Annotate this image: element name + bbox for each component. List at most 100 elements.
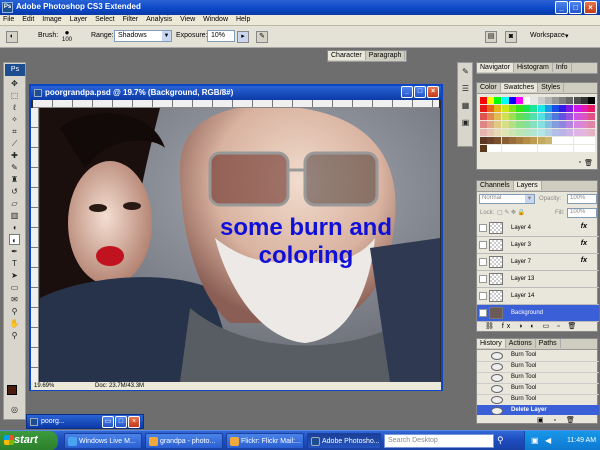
path-select-icon[interactable]: ➤ bbox=[9, 270, 20, 281]
lasso-tool-icon[interactable]: ℓ bbox=[9, 102, 20, 113]
visibility-eye-icon[interactable] bbox=[479, 241, 487, 249]
file-browser-icon[interactable]: ▤ bbox=[485, 31, 497, 43]
layer-row[interactable]: Layer 13 bbox=[477, 271, 599, 288]
swatch[interactable] bbox=[544, 113, 552, 120]
swatch[interactable] bbox=[588, 145, 595, 152]
swatch[interactable] bbox=[573, 129, 581, 136]
menu-analysis[interactable]: Analysis bbox=[143, 15, 175, 23]
swatch[interactable] bbox=[580, 129, 588, 136]
crop-tool-icon[interactable]: ⌗ bbox=[9, 126, 20, 137]
swatch[interactable] bbox=[566, 97, 574, 104]
document-window[interactable]: poorgrandpa.psd @ 19.7% (Background, RGB… bbox=[29, 84, 443, 391]
swatch[interactable] bbox=[494, 113, 502, 120]
swatch[interactable] bbox=[480, 105, 487, 112]
bridge-icon[interactable]: ◙ bbox=[505, 31, 517, 43]
swatch[interactable] bbox=[544, 121, 552, 128]
swatch[interactable] bbox=[544, 105, 552, 112]
swatch[interactable] bbox=[552, 145, 559, 152]
zoom-tool-icon[interactable]: ⚲ bbox=[9, 330, 20, 341]
swatch[interactable] bbox=[588, 137, 595, 144]
clone-source-icon[interactable]: ▣ bbox=[460, 117, 471, 128]
move-tool-icon[interactable]: ✥ bbox=[9, 78, 20, 89]
swatch[interactable] bbox=[523, 121, 531, 128]
swatch[interactable] bbox=[552, 121, 559, 128]
tab-channels[interactable]: Channels bbox=[477, 181, 514, 190]
history-brush-icon[interactable]: ↺ bbox=[9, 186, 20, 197]
swatch[interactable] bbox=[552, 113, 559, 120]
menu-image[interactable]: Image bbox=[39, 15, 64, 23]
swatch[interactable] bbox=[573, 105, 581, 112]
brush-tool-icon[interactable]: ✎ bbox=[9, 162, 20, 173]
swatch[interactable] bbox=[566, 145, 574, 152]
layer-effects-icon[interactable]: fx bbox=[581, 240, 587, 247]
menu-edit[interactable]: Edit bbox=[19, 15, 37, 23]
swatch[interactable] bbox=[559, 121, 567, 128]
swatch[interactable] bbox=[580, 97, 588, 104]
swatch[interactable] bbox=[480, 145, 487, 152]
swatch[interactable] bbox=[480, 121, 487, 128]
swatch[interactable] bbox=[559, 105, 567, 112]
swatch[interactable] bbox=[494, 121, 502, 128]
swatch[interactable] bbox=[516, 145, 523, 152]
swatch[interactable] bbox=[559, 129, 567, 136]
task-grandpa-photo[interactable]: grandpa - photo... bbox=[145, 433, 223, 449]
layer-row[interactable]: Layer 4 fx bbox=[477, 220, 599, 237]
history-footer-icons[interactable]: ▣ ▫ 🗑 bbox=[537, 416, 579, 424]
swatch[interactable] bbox=[566, 137, 574, 144]
airbrush-icon[interactable]: ✎ bbox=[256, 31, 268, 43]
menu-filter[interactable]: Filter bbox=[120, 15, 142, 23]
swatch[interactable] bbox=[588, 113, 595, 120]
swatch[interactable] bbox=[516, 137, 523, 144]
swatch[interactable] bbox=[480, 113, 487, 120]
swatch[interactable] bbox=[537, 137, 545, 144]
swatch[interactable] bbox=[573, 121, 581, 128]
swatch[interactable] bbox=[516, 97, 523, 104]
workspace-menu[interactable]: Workspace bbox=[530, 32, 565, 39]
tab-info[interactable]: Info bbox=[553, 63, 572, 72]
visibility-eye-icon[interactable] bbox=[479, 275, 487, 283]
opacity-input[interactable]: 100% bbox=[567, 194, 597, 204]
swatch[interactable] bbox=[501, 121, 509, 128]
swatch[interactable] bbox=[537, 105, 545, 112]
swatch[interactable] bbox=[508, 145, 516, 152]
swatch[interactable] bbox=[559, 113, 567, 120]
tool-presets-icon[interactable]: ☰ bbox=[460, 83, 471, 94]
menu-view[interactable]: View bbox=[177, 15, 198, 23]
eyedropper-icon[interactable]: ⚲ bbox=[9, 306, 20, 317]
swatch[interactable] bbox=[573, 97, 581, 104]
swatch[interactable] bbox=[523, 145, 531, 152]
menu-layer[interactable]: Layer bbox=[67, 15, 91, 23]
swatch[interactable] bbox=[588, 97, 595, 104]
swatch[interactable] bbox=[537, 145, 545, 152]
menu-select[interactable]: Select bbox=[92, 15, 117, 23]
swatch[interactable] bbox=[580, 113, 588, 120]
swatch[interactable] bbox=[487, 121, 495, 128]
clone-stamp-icon[interactable]: ♜ bbox=[9, 174, 20, 185]
tab-history[interactable]: History bbox=[477, 339, 506, 348]
swatch[interactable] bbox=[530, 105, 538, 112]
trash-icon[interactable]: 🗑 bbox=[584, 159, 593, 167]
exposure-input[interactable]: 10% bbox=[207, 30, 235, 42]
tab-styles[interactable]: Styles bbox=[538, 83, 565, 92]
range-select[interactable]: Shadows ▼ bbox=[114, 30, 172, 42]
maximize-button[interactable]: □ bbox=[569, 1, 582, 14]
burn-tool-icon[interactable]: ◐ bbox=[9, 234, 20, 245]
swatch[interactable] bbox=[501, 129, 509, 136]
swatch[interactable] bbox=[580, 121, 588, 128]
tab-paragraph[interactable]: Paragraph bbox=[366, 51, 406, 60]
swatch[interactable] bbox=[480, 97, 487, 104]
swatch[interactable] bbox=[494, 137, 502, 144]
clock[interactable]: 11:49 AM bbox=[567, 437, 596, 444]
swatch[interactable] bbox=[537, 121, 545, 128]
swatch[interactable] bbox=[588, 105, 595, 112]
swatch[interactable] bbox=[580, 145, 588, 152]
swatch[interactable] bbox=[588, 129, 595, 136]
visibility-eye-icon[interactable] bbox=[479, 224, 487, 232]
layer-row[interactable]: Background bbox=[477, 305, 599, 322]
tab-layers[interactable]: Layers bbox=[513, 181, 542, 190]
magic-wand-icon[interactable]: ✧ bbox=[9, 114, 20, 125]
swatch[interactable] bbox=[501, 105, 509, 112]
swatch[interactable] bbox=[537, 97, 545, 104]
layer-effects-icon[interactable]: fx bbox=[581, 223, 587, 230]
tab-character[interactable]: Character bbox=[328, 51, 366, 60]
